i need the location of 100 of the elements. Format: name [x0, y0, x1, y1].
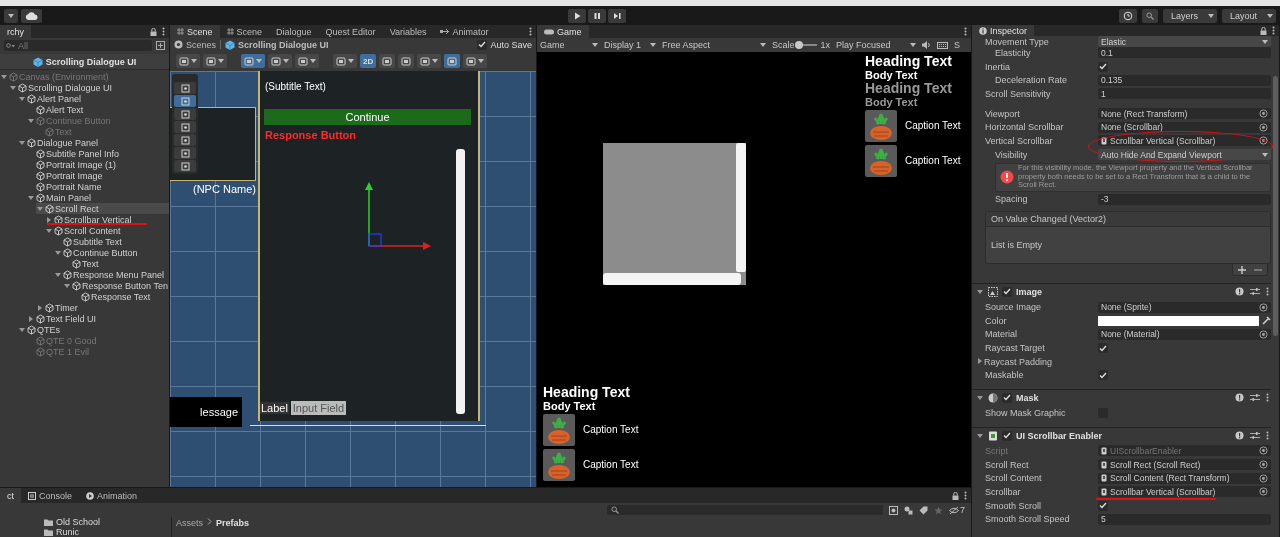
search-icon[interactable]	[611, 506, 619, 514]
breadcrumb-link[interactable]: Assets	[176, 518, 203, 528]
history-button[interactable]	[1119, 8, 1137, 23]
step-button[interactable]	[608, 8, 626, 23]
lock-icon[interactable]	[150, 27, 157, 36]
hierarchy-item[interactable]: Scroll Content	[45, 225, 169, 236]
more-options-icon[interactable]	[1272, 26, 1275, 35]
more-options-icon[interactable]	[162, 27, 165, 36]
hierarchy-item[interactable]: Main Panel	[27, 192, 169, 203]
folder-item[interactable]: Runic	[44, 527, 171, 537]
toolbar-button[interactable]	[203, 54, 227, 68]
hierarchy-item[interactable]: Response Button Ten	[63, 280, 169, 291]
checkbox[interactable]	[1002, 430, 1012, 441]
expanded-arrow-icon[interactable]	[36, 204, 44, 213]
object-field[interactable]: Scroll Rect (Scroll Rect)	[1098, 459, 1271, 471]
object-picker-icon[interactable]	[1259, 329, 1268, 339]
tab[interactable]: rchy	[0, 25, 31, 38]
folder-item[interactable]: Old School	[44, 517, 171, 527]
create-icon[interactable]	[156, 41, 165, 50]
collapsed-arrow-icon[interactable]	[36, 303, 44, 312]
checkbox[interactable]	[1098, 370, 1108, 381]
lock-icon[interactable]	[952, 491, 959, 500]
collapsed-arrow-icon[interactable]	[976, 356, 984, 365]
search-icon[interactable]	[1146, 11, 1154, 20]
dropdown[interactable]: Game	[540, 40, 598, 50]
add-icon[interactable]	[1238, 265, 1246, 274]
more-options-icon[interactable]	[964, 491, 967, 500]
toolbar-button[interactable]	[417, 54, 442, 68]
toolbar-button[interactable]	[268, 54, 292, 68]
dropdown[interactable]: Elastic	[1098, 36, 1271, 47]
expanded-arrow-icon[interactable]	[27, 193, 35, 202]
play-button[interactable]	[568, 8, 586, 23]
number-field[interactable]: 0.135	[1098, 74, 1271, 86]
expanded-arrow-icon[interactable]	[18, 138, 26, 147]
hierarchy-item[interactable]: Text	[63, 258, 169, 269]
tab[interactable]: Quest Editor	[318, 25, 383, 38]
sliders-icon[interactable]	[1250, 393, 1260, 403]
number-field[interactable]: 1	[1098, 88, 1271, 100]
hierarchy-item[interactable]: Dialogue Panel	[18, 137, 169, 148]
expanded-arrow-icon[interactable]	[45, 226, 53, 235]
toolbar-button[interactable]	[463, 54, 488, 68]
number-field[interactable]: 0.1	[1098, 47, 1271, 59]
square-icon[interactable]	[420, 56, 431, 66]
toolbar-button[interactable]	[333, 54, 357, 68]
dropdown[interactable]: Layers	[1163, 8, 1217, 23]
collapsed-arrow-icon[interactable]	[45, 215, 53, 224]
toolbar-button[interactable]	[295, 54, 319, 68]
hierarchy-item[interactable]: QTEs	[18, 324, 169, 335]
dropdown[interactable]: Free Aspect	[662, 40, 766, 50]
help-icon[interactable]	[1235, 431, 1244, 440]
help-icon[interactable]	[1235, 393, 1244, 403]
eyedropper-icon[interactable]	[1262, 316, 1271, 326]
tab[interactable]: Animation	[79, 488, 145, 503]
hierarchy-item[interactable]: Alert Panel	[18, 93, 169, 104]
object-field[interactable]: None (Material)	[1098, 328, 1271, 340]
cloud-button[interactable]	[21, 8, 42, 23]
square-icon[interactable]	[298, 56, 308, 66]
expanded-arrow-icon[interactable]	[976, 431, 984, 440]
checkbox[interactable]	[1098, 343, 1108, 354]
hierarchy-item[interactable]: Scrolling Dialogue UI	[9, 82, 169, 93]
expanded-arrow-icon[interactable]	[54, 248, 62, 257]
expanded-arrow-icon[interactable]	[9, 83, 17, 92]
square-icon[interactable]	[336, 56, 346, 66]
tab[interactable]: Game	[537, 25, 589, 38]
account-dropdown[interactable]	[4, 8, 18, 23]
number-field[interactable]: 5	[1098, 513, 1271, 525]
speaker-icon[interactable]	[922, 41, 932, 49]
tool-button[interactable]	[174, 108, 196, 120]
toolbar-button[interactable]	[241, 54, 265, 68]
scrollbar[interactable]	[1273, 76, 1278, 336]
tool-button[interactable]	[174, 160, 196, 172]
sliders-icon[interactable]	[1250, 431, 1260, 440]
more-options-icon[interactable]	[1266, 287, 1269, 297]
breadcrumb-link[interactable]: Scenes	[174, 39, 217, 50]
expanded-arrow-icon[interactable]	[18, 94, 26, 103]
lock-icon[interactable]	[1260, 26, 1267, 35]
object-field[interactable]: Scroll Content (Rect Transform)	[1098, 472, 1271, 484]
checkbox[interactable]	[477, 39, 488, 50]
expanded-arrow-icon[interactable]	[0, 72, 8, 81]
pause-button[interactable]	[588, 8, 606, 23]
tool-button[interactable]	[174, 121, 196, 133]
number-field[interactable]: -3	[1098, 193, 1271, 205]
hierarchy-item[interactable]: Subtitle Panel Info	[27, 148, 169, 159]
tool-button[interactable]	[174, 147, 196, 159]
hierarchy-item[interactable]: Text Field UI	[27, 313, 169, 324]
expanded-arrow-icon[interactable]	[18, 325, 26, 334]
object-field[interactable]: None (Scrollbar)	[1098, 121, 1271, 133]
expanded-arrow-icon[interactable]	[27, 116, 35, 125]
toolbar-button[interactable]	[176, 54, 200, 68]
more-options-icon[interactable]	[1266, 393, 1269, 403]
tag-icon[interactable]	[919, 505, 928, 515]
star-icon[interactable]	[934, 505, 943, 515]
tab[interactable]: Inspector	[972, 25, 1035, 36]
more-options-icon[interactable]	[529, 27, 532, 36]
hierarchy-item[interactable]: Portrait Name	[27, 181, 169, 192]
breadcrumb-link[interactable]: Scrolling Dialogue UI	[225, 39, 329, 50]
sliders-icon[interactable]	[1250, 287, 1260, 297]
help-icon[interactable]	[1235, 287, 1244, 297]
component-header[interactable]: Image	[972, 283, 1271, 300]
tab[interactable]: Animator	[433, 25, 496, 38]
